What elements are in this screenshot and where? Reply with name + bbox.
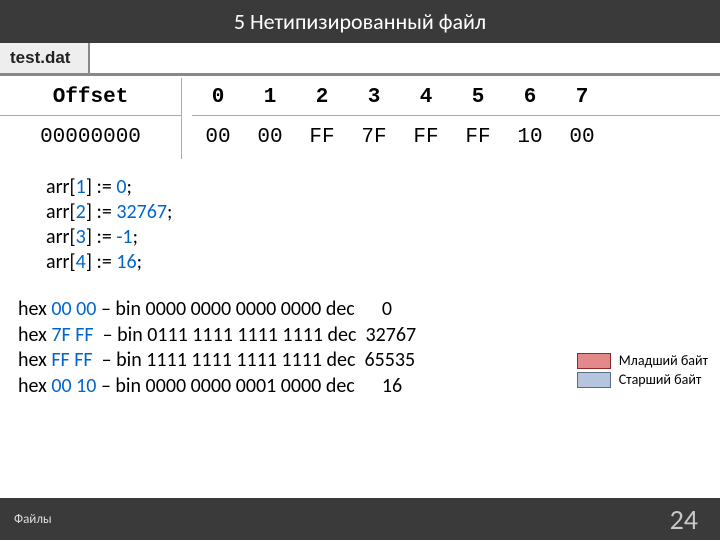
file-header: test.dat xyxy=(0,43,720,76)
footer: Файлы 24 xyxy=(0,498,720,540)
hex-col-2: 2 xyxy=(296,86,348,109)
legend: Младший байт Старший байт xyxy=(577,352,708,390)
slide-title: 5 Нетипизированный файл xyxy=(0,0,720,43)
page-number: 24 xyxy=(670,502,698,537)
hex-col-0: 0 xyxy=(192,86,244,109)
legend-swatch-red xyxy=(577,353,611,369)
file-tab: test.dat xyxy=(0,43,90,75)
legend-high-label: Старший байт xyxy=(619,371,702,388)
hex-col-3: 3 xyxy=(348,86,400,109)
hex-col-7: 7 xyxy=(556,86,608,109)
legend-low-byte: Младший байт xyxy=(577,352,708,369)
hex-byte: 7F xyxy=(348,126,400,149)
hex-bytes-row: 00 00 FF 7F FF FF 10 00 xyxy=(192,116,720,159)
code-line: arr[2] := 32767; xyxy=(46,200,720,225)
hex-byte: 00 xyxy=(192,126,244,149)
conversion-line: hex 00 00 – bin 0000 0000 0000 0000 dec … xyxy=(18,297,720,323)
code-block: arr[1] := 0; arr[2] := 32767; arr[3] := … xyxy=(0,159,720,275)
footer-left: Файлы xyxy=(14,512,52,527)
conversion-line: hex 7F FF – bin 0111 1111 1111 1111 dec … xyxy=(18,323,720,349)
hex-col-1: 1 xyxy=(244,86,296,109)
legend-swatch-blue xyxy=(577,372,611,388)
hex-byte: FF xyxy=(400,126,452,149)
file-header-space xyxy=(90,43,720,75)
hex-byte: FF xyxy=(296,126,348,149)
hex-col-5: 5 xyxy=(452,86,504,109)
legend-high-byte: Старший байт xyxy=(577,371,708,388)
hex-dump: Offset 00000000 0 1 2 3 4 5 6 7 00 00 FF… xyxy=(0,76,720,159)
hex-byte: 00 xyxy=(244,126,296,149)
offset-header: Offset xyxy=(0,78,181,116)
legend-low-label: Младший байт xyxy=(619,352,708,369)
offset-value: 00000000 xyxy=(0,116,181,159)
code-line: arr[4] := 16; xyxy=(46,250,720,275)
code-line: arr[1] := 0; xyxy=(46,175,720,200)
hex-column-headers: 0 1 2 3 4 5 6 7 xyxy=(192,78,720,116)
hex-byte: 00 xyxy=(556,126,608,149)
hex-col-6: 6 xyxy=(504,86,556,109)
hex-col-4: 4 xyxy=(400,86,452,109)
hex-byte: 10 xyxy=(504,126,556,149)
code-line: arr[3] := -1; xyxy=(46,225,720,250)
hex-byte: FF xyxy=(452,126,504,149)
